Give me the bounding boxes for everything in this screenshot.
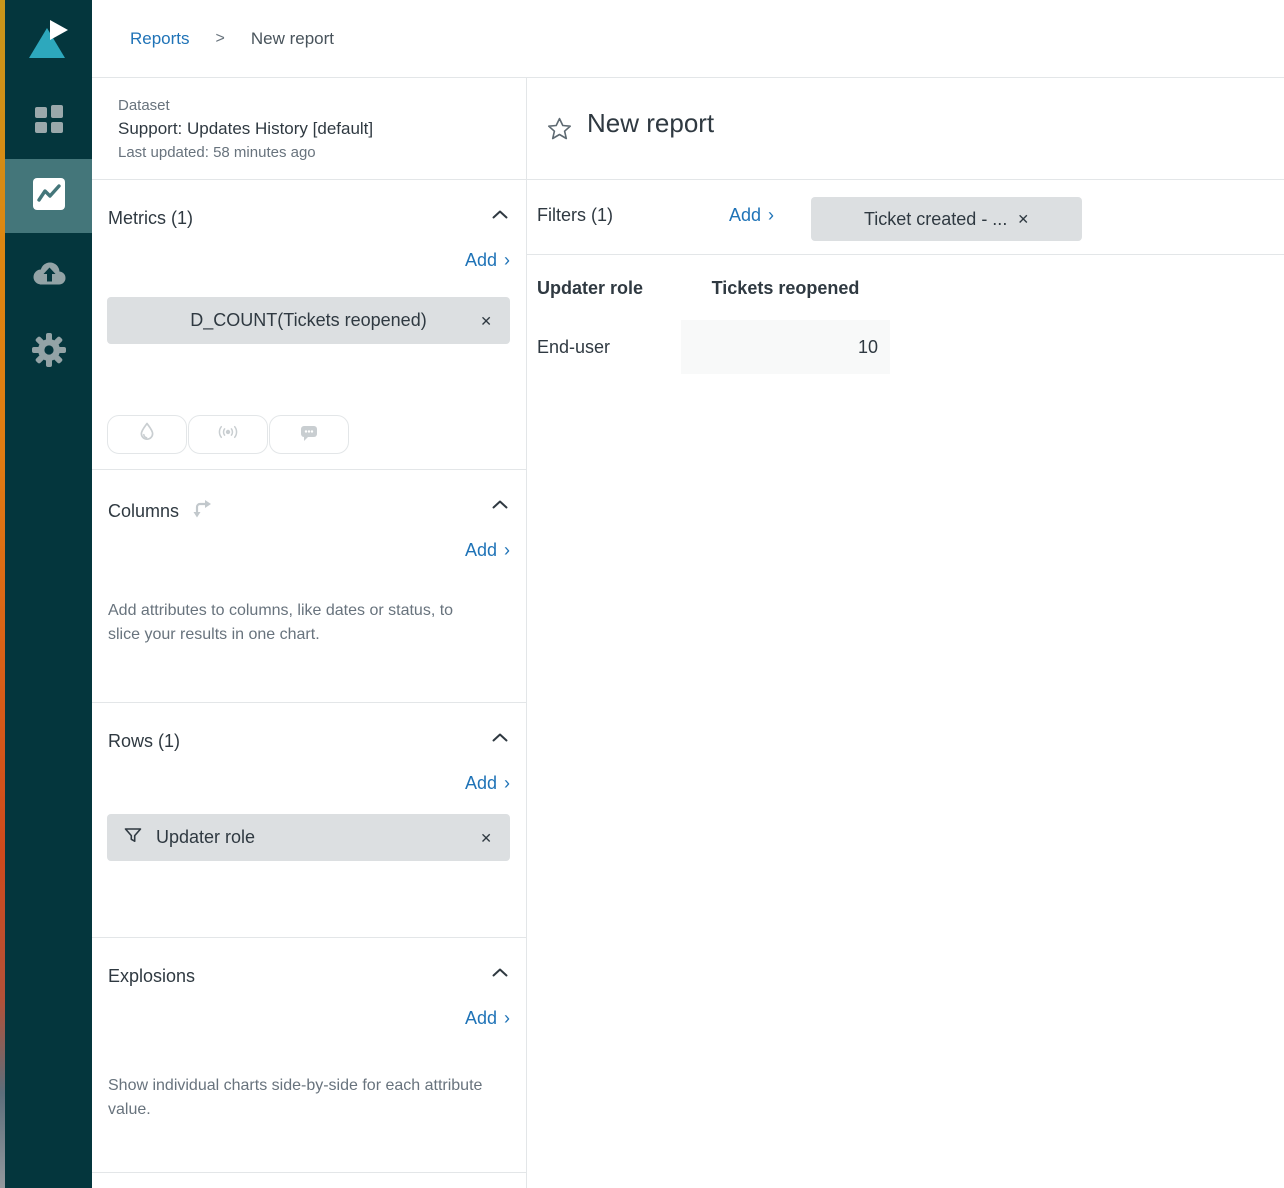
metrics-title: Metrics (1) [108, 208, 193, 229]
filters-row: Filters (1) Add › Ticket created - ... ✕ [527, 180, 1284, 255]
metrics-add-label: Add [465, 250, 497, 271]
swap-axis-icon[interactable] [189, 498, 213, 525]
rows-add-label: Add [465, 773, 497, 794]
report-title: New report [587, 108, 714, 139]
report-builder-panel: Dataset Support: Updates History [defaul… [92, 78, 527, 1188]
filter-funnel-icon [123, 825, 143, 850]
dataset-info: Dataset Support: Updates History [defaul… [92, 78, 526, 180]
sidebar-item-dashboards[interactable] [5, 96, 92, 146]
results-row-value[interactable]: 10 [681, 320, 890, 374]
rows-title: Rows (1) [108, 731, 180, 752]
breadcrumb-current: New report [251, 29, 334, 49]
breadcrumb: Reports > New report [130, 29, 334, 49]
filter-chip-label: Ticket created - ... [864, 209, 1007, 230]
dataset-last-updated: Last updated: 58 minutes ago [118, 141, 506, 164]
results-header-metric: Tickets reopened [681, 278, 890, 299]
explore-logo-icon [26, 18, 72, 65]
chart-report-icon [32, 177, 66, 216]
results-header-attribute: Updater role [537, 278, 681, 299]
chevron-up-icon [492, 964, 508, 981]
metrics-collapse-button[interactable] [492, 210, 508, 219]
metric-chip-label: D_COUNT(Tickets reopened) [190, 310, 426, 331]
dashboards-grid-icon [32, 102, 66, 141]
sidebar-item-reports-active[interactable] [5, 159, 92, 233]
chevron-up-icon [492, 496, 508, 513]
columns-collapse-button[interactable] [492, 500, 508, 509]
row-chip-remove-button[interactable]: ✕ [480, 831, 492, 845]
chevron-right-icon: › [768, 205, 774, 226]
filter-chip-remove-button[interactable]: ✕ [1017, 212, 1029, 226]
metrics-section: Metrics (1) Add › D_COUNT(Tickets reopene… [92, 180, 526, 470]
filters-add-button[interactable]: Add › [729, 205, 774, 226]
chevron-right-icon: › [504, 773, 510, 794]
columns-helper-text: Add attributes to columns, like dates or… [108, 599, 468, 647]
filter-chip[interactable]: Ticket created - ... ✕ [811, 197, 1082, 241]
sidebar-item-logo[interactable] [5, 14, 92, 68]
metric-tool-buttons [107, 415, 349, 454]
chevron-up-icon [492, 729, 508, 746]
comment-tool-button[interactable] [269, 415, 349, 454]
report-canvas: New report Filters (1) Add › Ticket creat… [527, 78, 1284, 1188]
row-attribute-chip[interactable]: Updater role ✕ [107, 814, 510, 861]
results-row-attribute: End-user [537, 320, 610, 374]
dataset-label: Dataset [118, 95, 506, 116]
broadcast-tool-button[interactable] [188, 415, 268, 454]
chevron-right-icon: › [504, 1008, 510, 1029]
broadcast-icon [215, 420, 241, 449]
chevron-up-icon [492, 206, 508, 223]
chat-bubble-icon [297, 420, 321, 449]
explosions-add-label: Add [465, 1008, 497, 1029]
breadcrumb-reports-link[interactable]: Reports [130, 29, 190, 49]
rows-add-button[interactable]: Add › [465, 773, 510, 794]
metrics-add-button[interactable]: Add › [465, 250, 510, 271]
dataset-name: Support: Updates History [default] [118, 116, 506, 141]
report-title-row: New report [527, 78, 1284, 180]
filters-add-label: Add [729, 205, 761, 226]
cloud-upload-icon [28, 259, 70, 294]
explosions-add-button[interactable]: Add › [465, 1008, 510, 1029]
rows-section: Rows (1) Add › Updater role ✕ [92, 703, 526, 938]
explosions-collapse-button[interactable] [492, 968, 508, 977]
droplet-icon [135, 420, 159, 449]
metric-chip[interactable]: D_COUNT(Tickets reopened) ✕ [107, 297, 510, 344]
favorite-star-icon[interactable] [546, 116, 573, 142]
row-chip-label: Updater role [156, 827, 255, 848]
top-bar: Reports > New report [92, 0, 1284, 78]
droplet-tool-button[interactable] [107, 415, 187, 454]
filters-label: Filters (1) [537, 205, 613, 226]
explosions-title: Explosions [108, 966, 195, 987]
rows-collapse-button[interactable] [492, 733, 508, 742]
explosions-section: Explosions Add › Show individual charts s… [92, 938, 526, 1173]
gear-icon [30, 331, 68, 374]
chevron-right-icon: › [504, 540, 510, 561]
chevron-right-icon: › [504, 250, 510, 271]
breadcrumb-separator: > [216, 30, 225, 48]
app-sidebar [5, 0, 92, 1188]
explosions-helper-text: Show individual charts side-by-side for … [108, 1074, 508, 1122]
sidebar-item-datasets[interactable] [5, 252, 92, 300]
columns-add-button[interactable]: Add › [465, 540, 510, 561]
sidebar-item-settings[interactable] [5, 330, 92, 374]
metric-chip-remove-button[interactable]: ✕ [480, 314, 492, 328]
columns-section: Columns Add › Add attributes to columns, … [92, 470, 526, 703]
columns-add-label: Add [465, 540, 497, 561]
columns-title: Columns [108, 501, 179, 522]
